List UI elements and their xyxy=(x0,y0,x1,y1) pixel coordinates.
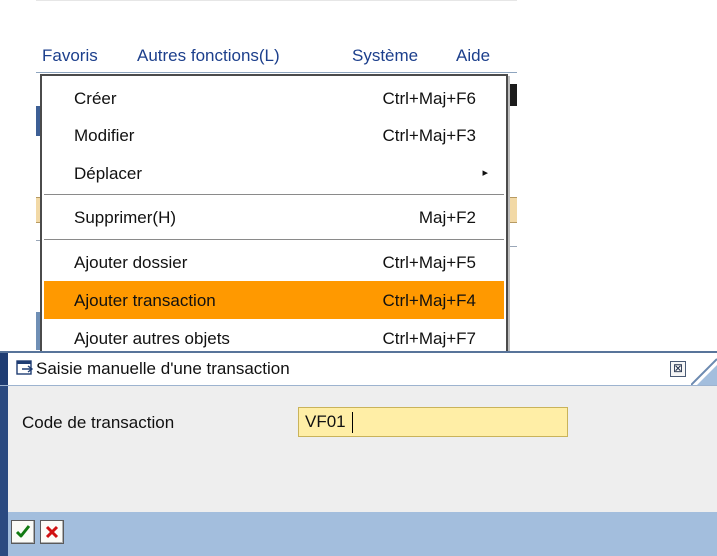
dialog-frame-edge xyxy=(0,353,8,385)
close-icon[interactable]: ⊠ xyxy=(670,361,686,377)
transaction-code-label: Code de transaction xyxy=(22,413,175,432)
menu-favoris[interactable]: Favoris xyxy=(42,46,98,66)
red-x-icon xyxy=(45,525,59,539)
menu-item-shortcut: Maj+F2 xyxy=(418,208,476,227)
menu-bar: Favoris Autres fonctions(L) Système Aide xyxy=(36,40,517,73)
dialog-icon xyxy=(16,360,34,375)
menu-item-supprimer[interactable]: Supprimer(H) Maj+F2 xyxy=(44,198,504,236)
menu-separator xyxy=(44,239,504,241)
menu-item-shortcut: Ctrl+Maj+F5 xyxy=(382,253,476,272)
menu-item-shortcut: Ctrl+Maj+F4 xyxy=(382,291,476,310)
menu-item-label: Ajouter transaction xyxy=(74,291,216,310)
menu-item-deplacer[interactable]: Déplacer ▸ xyxy=(44,154,504,192)
submenu-arrow-icon: ▸ xyxy=(482,167,488,179)
background-window-frame xyxy=(36,0,517,1)
menu-item-shortcut: Ctrl+Maj+F3 xyxy=(382,126,476,145)
menu-item-label: Créer xyxy=(74,89,117,108)
menu-item-label: Supprimer(H) xyxy=(74,208,177,227)
menu-item-shortcut: Ctrl+Maj+F7 xyxy=(382,329,476,348)
title-corner-decoration xyxy=(691,358,717,385)
menu-item-shortcut: Ctrl+Maj+F6 xyxy=(382,89,476,108)
cancel-button[interactable] xyxy=(40,520,64,544)
menu-item-label: Modifier xyxy=(74,126,135,145)
dialog-frame-edge xyxy=(0,512,8,556)
transaction-code-input[interactable] xyxy=(298,407,568,437)
text-cursor xyxy=(352,412,353,433)
menu-systeme[interactable]: Système xyxy=(352,46,418,66)
menu-item-label: Déplacer xyxy=(74,164,143,183)
menu-item-label: Ajouter dossier xyxy=(74,253,188,272)
confirm-button[interactable] xyxy=(11,520,35,544)
menu-autres-fonctions[interactable]: Autres fonctions(L) xyxy=(137,46,280,66)
dialog-title-bar[interactable]: Saisie manuelle d'une transaction ⊠ xyxy=(0,351,717,386)
dialog-body: Code de transaction xyxy=(0,386,717,556)
favoris-dropdown-menu: Créer Ctrl+Maj+F6 Modifier Ctrl+Maj+F3 D… xyxy=(40,74,508,356)
menu-item-ajouter-dossier[interactable]: Ajouter dossier Ctrl+Maj+F5 xyxy=(44,243,504,281)
menu-aide[interactable]: Aide xyxy=(456,46,490,66)
dialog-title: Saisie manuelle d'une transaction xyxy=(36,359,290,378)
transaction-dialog: Saisie manuelle d'une transaction ⊠ Code… xyxy=(0,351,717,556)
menu-item-ajouter-transaction[interactable]: Ajouter transaction Ctrl+Maj+F4 xyxy=(44,281,504,319)
green-check-icon xyxy=(15,525,31,538)
dialog-button-bar xyxy=(0,512,717,556)
menu-separator xyxy=(44,194,504,196)
menu-item-creer[interactable]: Créer Ctrl+Maj+F6 xyxy=(44,79,504,117)
menu-item-modifier[interactable]: Modifier Ctrl+Maj+F3 xyxy=(44,116,504,154)
menu-item-label: Ajouter autres objets xyxy=(74,329,230,348)
